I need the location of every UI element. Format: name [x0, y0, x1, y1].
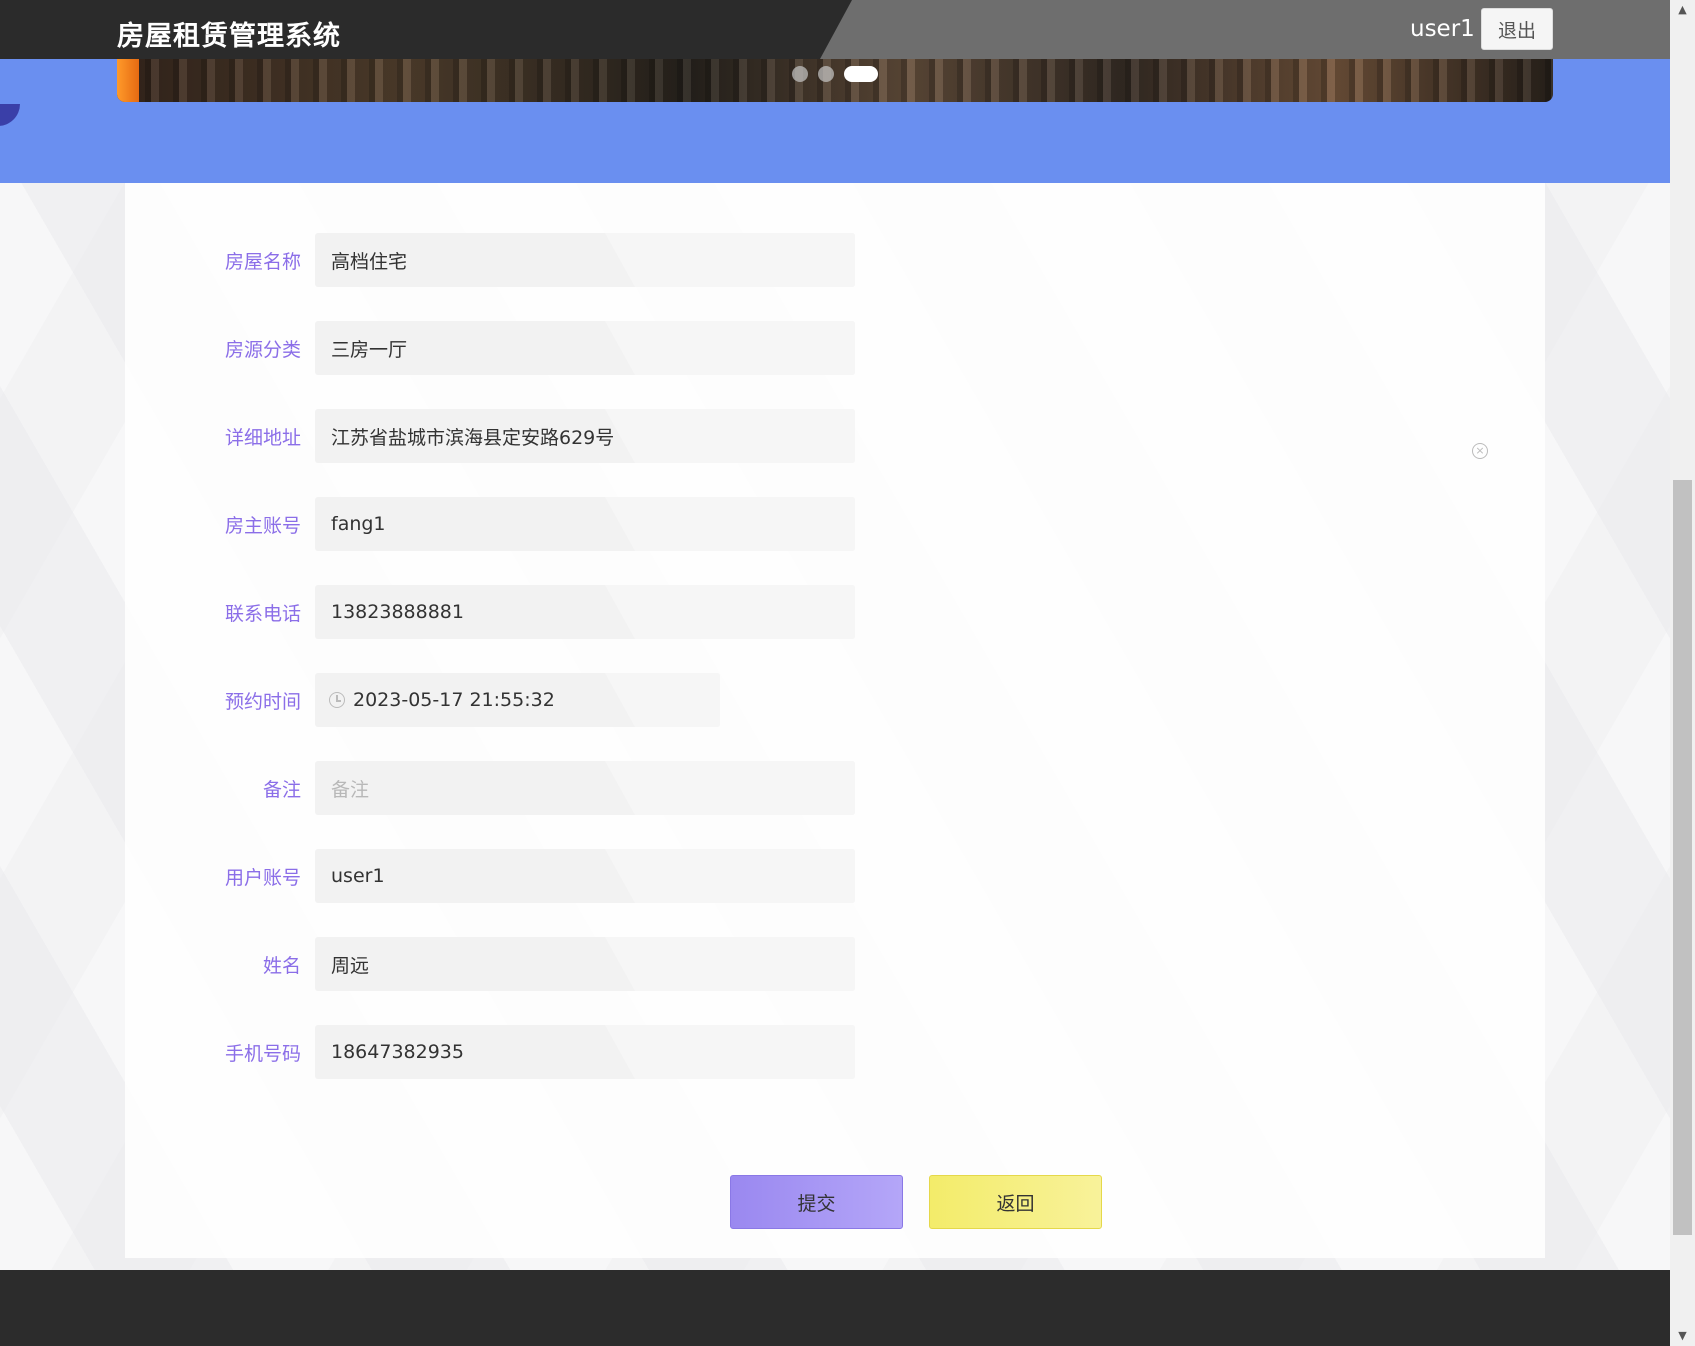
form-row-address: 详细地址 江苏省盐城市滨海县定安路629号	[125, 409, 855, 463]
field-label: 房源分类	[224, 338, 301, 361]
field-placeholder: 备注	[331, 778, 370, 801]
contact-phone-input[interactable]: 13823888881	[315, 585, 855, 639]
field-label: 详细地址	[224, 426, 301, 449]
form-row-remark: 备注 备注	[125, 761, 855, 815]
carousel-dot[interactable]	[792, 66, 808, 82]
clear-icon[interactable]: ×	[1472, 443, 1488, 459]
field-value: 2023-05-17 21:55:32	[353, 689, 555, 711]
logout-button[interactable]: 退出	[1481, 8, 1553, 50]
field-value: 18647382935	[331, 1041, 464, 1063]
field-label: 备注	[262, 778, 301, 801]
current-username: user1	[1410, 16, 1475, 42]
field-label: 联系电话	[224, 602, 301, 625]
user-account-input[interactable]: user1	[315, 849, 855, 903]
field-label: 房屋名称	[224, 250, 301, 273]
scroll-down-arrow-icon[interactable]: ▼	[1670, 1326, 1695, 1346]
form-row-mobile: 手机号码 18647382935	[125, 1025, 855, 1079]
appointment-datetime-picker[interactable]: 2023-05-17 21:55:32	[315, 673, 720, 727]
field-label: 用户账号	[224, 866, 301, 889]
field-value: 周远	[331, 954, 370, 977]
house-name-input[interactable]: 高档住宅	[315, 233, 855, 287]
field-label: 手机号码	[224, 1042, 301, 1065]
vertical-scrollbar[interactable]: ▲ ▼	[1670, 0, 1695, 1346]
submit-button[interactable]: 提交	[730, 1175, 903, 1229]
field-label: 房主账号	[224, 514, 301, 537]
carousel-dot[interactable]	[818, 66, 834, 82]
page: 房屋租赁管理系统 user1 退出 房屋名称 高档住宅 房源分类 三房一厅 详细…	[0, 0, 1670, 1346]
app-title: 房屋租赁管理系统	[117, 21, 341, 52]
scroll-up-arrow-icon[interactable]: ▲	[1670, 0, 1695, 20]
category-input[interactable]: 三房一厅	[315, 321, 855, 375]
remark-input[interactable]: 备注	[315, 761, 855, 815]
mobile-input[interactable]: 18647382935	[315, 1025, 855, 1079]
field-value: 江苏省盐城市滨海县定安路629号	[331, 426, 615, 449]
address-input[interactable]: 江苏省盐城市滨海县定安路629号	[315, 409, 855, 463]
scrollbar-thumb[interactable]	[1673, 480, 1692, 1235]
form-row-owner-account: 房主账号 fang1	[125, 497, 855, 551]
field-label: 预约时间	[224, 690, 301, 713]
field-value: 高档住宅	[331, 250, 408, 273]
form-row-house-name: 房屋名称 高档住宅	[125, 233, 855, 287]
carousel-image-edge	[117, 59, 139, 102]
carousel-dot-active[interactable]	[844, 66, 878, 82]
form-card: 房屋名称 高档住宅 房源分类 三房一厅 详细地址 江苏省盐城市滨海县定安路629…	[125, 183, 1545, 1258]
field-label: 姓名	[262, 954, 301, 977]
banner-decoration	[0, 104, 20, 126]
form-row-category: 房源分类 三房一厅	[125, 321, 855, 375]
form-row-name: 姓名 周远	[125, 937, 855, 991]
field-value: user1	[331, 865, 385, 887]
owner-account-input[interactable]: fang1	[315, 497, 855, 551]
carousel-indicators	[792, 66, 878, 82]
form-row-phone: 联系电话 13823888881	[125, 585, 855, 639]
top-header: 房屋租赁管理系统 user1 退出	[0, 0, 1670, 59]
name-input[interactable]: 周远	[315, 937, 855, 991]
field-value: 三房一厅	[331, 338, 408, 361]
footer	[0, 1270, 1670, 1346]
field-value: fang1	[331, 513, 386, 535]
clock-icon	[329, 692, 345, 708]
field-value: 13823888881	[331, 601, 464, 623]
form-row-appointment-time: 预约时间 2023-05-17 21:55:32	[125, 673, 720, 727]
back-button[interactable]: 返回	[929, 1175, 1102, 1229]
form-row-user-account: 用户账号 user1	[125, 849, 855, 903]
